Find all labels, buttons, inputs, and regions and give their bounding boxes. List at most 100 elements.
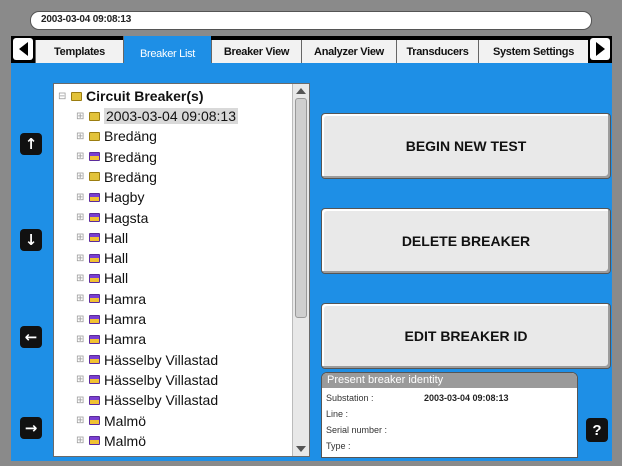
help-icon: ? [592, 421, 602, 439]
tree-list: ⊟ Circuit Breaker(s) ⊞ 2003-03-04 09:08:1… [54, 84, 292, 456]
edit-breaker-id-button[interactable]: EDIT BREAKER ID [321, 303, 611, 369]
tree-item-label: Bredäng [104, 168, 157, 185]
folder-icon [89, 294, 100, 304]
folder-icon [89, 375, 100, 385]
tree-item[interactable]: ⊞ Malmö [76, 431, 146, 451]
folder-icon [89, 131, 100, 141]
identity-row-serial: Serial number : [326, 425, 424, 435]
expand-icon[interactable]: ⊞ [76, 232, 86, 243]
identity-label: Serial number : [326, 425, 388, 435]
tree-item[interactable]: ⊞Malmö [76, 411, 146, 431]
tab-templates[interactable]: Templates [35, 40, 123, 63]
expand-icon[interactable]: ⊞ [76, 253, 86, 264]
folder-icon [89, 355, 100, 365]
expand-icon[interactable]: ⊞ [76, 334, 86, 345]
move-left-button[interactable]: ← [20, 326, 42, 348]
tab-scroll-left-button[interactable] [13, 38, 33, 60]
begin-new-test-button[interactable]: BEGIN NEW TEST [321, 113, 611, 179]
tree-item-label: Hall [104, 270, 129, 287]
tree-item[interactable]: ⊞ Bredäng [76, 147, 157, 167]
tree-item[interactable]: ⊞ Hamra [76, 329, 146, 349]
tree-item[interactable]: ⊞ Hall [76, 248, 128, 268]
expand-icon[interactable]: ⊞ [76, 354, 86, 365]
delete-breaker-button[interactable]: DELETE BREAKER [321, 208, 611, 274]
folder-icon [89, 334, 100, 344]
scroll-thumb[interactable] [295, 98, 307, 318]
expand-icon[interactable]: ⊞ [76, 192, 86, 203]
tree-item-label: Hagby [104, 189, 145, 206]
expand-icon[interactable]: ⊞ [76, 314, 86, 325]
expand-icon[interactable]: ⊞ [76, 111, 86, 122]
breaker-identity-panel: Present breaker identity Substation : 20… [321, 372, 578, 458]
tree-item-label: Hamra [104, 311, 147, 327]
chevron-left-icon [18, 42, 28, 56]
tree-item[interactable]: ⊞ Hall [76, 228, 128, 248]
tree-item[interactable]: ⊞ Bredäng [76, 167, 157, 187]
help-button[interactable]: ? [586, 418, 608, 442]
tree-root-label: Circuit Breaker(s) [86, 88, 204, 104]
scroll-down-icon[interactable] [296, 446, 306, 452]
identity-value: 2003-03-04 09:08:13 [424, 393, 509, 403]
folder-icon [89, 111, 100, 121]
move-right-button[interactable]: → [20, 417, 42, 439]
tree-item[interactable]: ⊞ Hamra [76, 309, 146, 329]
arrow-left-icon: ← [24, 328, 38, 346]
tab-breaker-list[interactable]: Breaker List [123, 36, 211, 64]
folder-icon [89, 314, 100, 324]
tree-item[interactable]: ⊞ Hässelby Villastad [76, 370, 218, 390]
tree-item-label: Hagsta [104, 209, 149, 226]
expand-icon[interactable]: ⊞ [76, 435, 86, 446]
tree-item-label: Malmö [104, 432, 147, 449]
breaker-tree[interactable]: ⊟ Circuit Breaker(s) ⊞ 2003-03-04 09:08:1… [53, 83, 310, 457]
expand-icon[interactable]: ⊞ [76, 293, 86, 304]
tree-scrollbar[interactable] [292, 84, 309, 456]
tree-item[interactable]: ⊞ 2003-03-04 09:08:13 [76, 106, 238, 126]
tree-item[interactable]: ⊞ Hässelby Villastad [76, 350, 218, 370]
identity-row-type: Type : [326, 441, 424, 451]
tree-item[interactable]: ⊞ Bredäng [76, 126, 157, 146]
folder-icon [89, 172, 100, 182]
tab-analyzer-view[interactable]: Analyzer View [301, 40, 396, 63]
identity-title: Present breaker identity [322, 373, 577, 388]
identity-label: Line : [326, 409, 349, 419]
tree-item[interactable]: ⊞ Hamra [76, 289, 146, 309]
tab-breaker-view[interactable]: Breaker View [211, 40, 301, 63]
tab-scroll-right-button[interactable] [590, 38, 610, 60]
expand-icon[interactable]: ⊞ [76, 212, 86, 223]
tree-item[interactable]: ⊞ Hagby [76, 187, 144, 207]
tree-item-label: Hässelby Villastad [104, 351, 219, 368]
identity-row-line: Line : [326, 409, 424, 419]
tree-item-label: Hamra [104, 331, 147, 348]
tab-transducers[interactable]: Transducers [396, 40, 478, 63]
tree-item[interactable]: ⊞ Hässelby Villastad [76, 390, 218, 410]
folder-icon [89, 436, 100, 446]
tree-item-label: Bredäng [104, 148, 157, 165]
expand-icon[interactable]: ⊞ [76, 151, 86, 162]
folder-icon [89, 395, 100, 405]
folder-icon [89, 192, 100, 202]
move-down-button[interactable]: ↓ [20, 229, 42, 251]
tree-item-label: Hamra [104, 290, 147, 307]
tree-item[interactable]: ⊞ Hall [76, 268, 128, 288]
scroll-up-icon[interactable] [296, 88, 306, 94]
tree-item-label: Hall [104, 250, 129, 267]
collapse-icon[interactable]: ⊟ [58, 91, 68, 102]
tree-item-label: Hall [104, 229, 129, 246]
move-up-button[interactable]: ↑ [20, 133, 42, 155]
arrow-down-icon: ↓ [24, 231, 38, 249]
expand-icon[interactable]: ⊞ [76, 395, 86, 406]
folder-icon [89, 416, 100, 425]
expand-icon[interactable]: ⊞ [76, 415, 86, 426]
tab-system-settings[interactable]: System Settings [478, 40, 588, 63]
expand-icon[interactable]: ⊞ [76, 171, 86, 182]
tree-root[interactable]: ⊟ Circuit Breaker(s) [58, 86, 204, 106]
folder-icon [71, 91, 82, 101]
tree-item[interactable]: ⊞ Hagsta [76, 208, 148, 228]
chevron-right-icon [595, 42, 605, 56]
expand-icon[interactable]: ⊞ [76, 131, 86, 142]
expand-icon[interactable]: ⊞ [76, 273, 86, 284]
expand-icon[interactable]: ⊞ [76, 374, 86, 385]
tree-item-label: Bredäng [104, 128, 157, 145]
tree-item[interactable]: ⊞Malmö [76, 451, 146, 456]
title-bar: 2003-03-04 09:08:13 [30, 11, 592, 30]
